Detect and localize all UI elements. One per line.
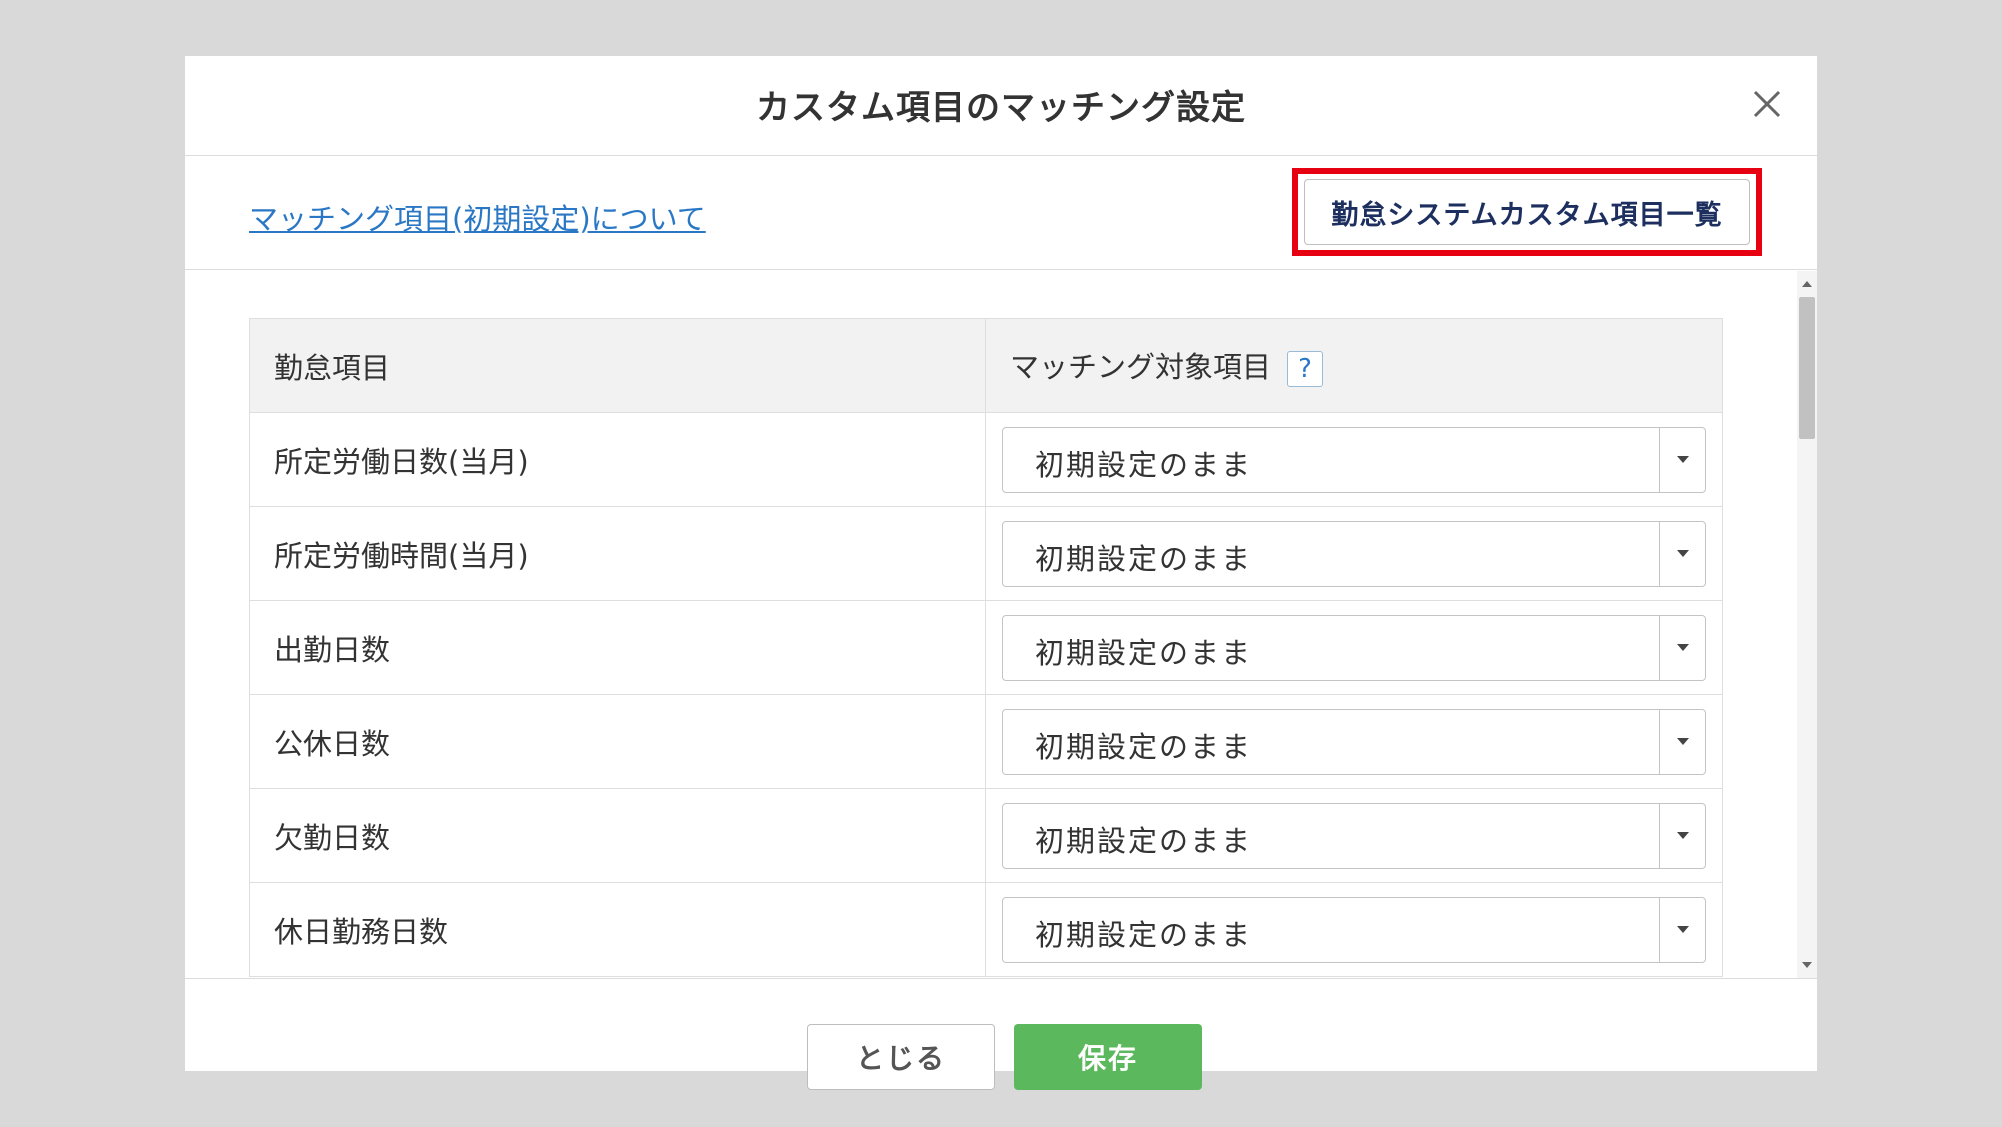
dropdown-toggle[interactable] (1659, 803, 1705, 868)
table-row: 公休日数 初期設定のまま (249, 694, 1723, 789)
match-select[interactable]: 初期設定のまま (1002, 896, 1706, 963)
table-row: 休日勤務日数 初期設定のまま (249, 882, 1723, 977)
scroll-down-arrow-icon[interactable] (1802, 962, 1812, 968)
item-label: 公休日数 (249, 694, 986, 789)
vertical-scrollbar[interactable] (1797, 271, 1817, 978)
chevron-down-icon (1677, 643, 1689, 651)
custom-items-list-button[interactable]: 勤怠システムカスタム項目一覧 (1304, 179, 1750, 245)
close-button[interactable] (1747, 84, 1787, 124)
item-label: 所定労働時間(当月) (249, 506, 986, 601)
scroll-thumb[interactable] (1799, 297, 1815, 439)
dropdown-toggle[interactable] (1659, 615, 1705, 680)
select-value: 初期設定のまま (1035, 729, 1253, 764)
chevron-down-icon (1677, 455, 1689, 463)
column-header-match: マッチング対象項目? (985, 318, 1723, 413)
column-header-item: 勤怠項目 (249, 318, 986, 413)
dialog-header: カスタム項目のマッチング設定 (185, 56, 1817, 156)
chevron-down-icon (1677, 925, 1689, 933)
item-label: 休日勤務日数 (249, 882, 986, 977)
dialog-subheader: マッチング項目(初期設定)について 勤怠システムカスタム項目一覧 (185, 156, 1817, 270)
dropdown-toggle[interactable] (1659, 709, 1705, 774)
close-icon (1753, 90, 1781, 118)
chevron-down-icon (1677, 831, 1689, 839)
matching-settings-dialog: カスタム項目のマッチング設定 マッチング項目(初期設定)について 勤怠システムカ… (185, 56, 1817, 1090)
table-row: 出勤日数 初期設定のまま (249, 600, 1723, 695)
match-select[interactable]: 初期設定のまま (1002, 614, 1706, 681)
table-row: 所定労働時間(当月) 初期設定のまま (249, 506, 1723, 601)
select-value: 初期設定のまま (1035, 447, 1253, 482)
match-select[interactable]: 初期設定のまま (1002, 520, 1706, 587)
dropdown-toggle[interactable] (1659, 427, 1705, 492)
select-value: 初期設定のまま (1035, 541, 1253, 576)
item-label: 出勤日数 (249, 600, 986, 695)
dialog-title: カスタム項目のマッチング設定 (756, 88, 1246, 128)
scroll-up-arrow-icon[interactable] (1802, 281, 1812, 287)
select-value: 初期設定のまま (1035, 917, 1253, 952)
item-label: 欠勤日数 (249, 788, 986, 883)
cancel-button[interactable]: とじる (807, 1024, 995, 1090)
match-select[interactable]: 初期設定のまま (1002, 802, 1706, 869)
dialog-footer: とじる 保存 (185, 978, 1817, 1090)
dropdown-toggle[interactable] (1659, 897, 1705, 962)
save-button[interactable]: 保存 (1014, 1024, 1202, 1090)
table-header-row: 勤怠項目 マッチング対象項目? (249, 318, 1723, 413)
item-label: 所定労働日数(当月) (249, 412, 986, 507)
select-value: 初期設定のまま (1035, 823, 1253, 858)
dialog-body: 勤怠項目 マッチング対象項目? 所定労働日数(当月) 初期設定のまま 所定労働時… (185, 271, 1817, 978)
match-select[interactable]: 初期設定のまま (1002, 426, 1706, 493)
chevron-down-icon (1677, 737, 1689, 745)
matching-table: 勤怠項目 マッチング対象項目? 所定労働日数(当月) 初期設定のまま 所定労働時… (249, 318, 1723, 977)
match-select[interactable]: 初期設定のまま (1002, 708, 1706, 775)
help-icon[interactable]: ? (1287, 351, 1324, 387)
table-row: 欠勤日数 初期設定のまま (249, 788, 1723, 883)
chevron-down-icon (1677, 549, 1689, 557)
dropdown-toggle[interactable] (1659, 521, 1705, 586)
select-value: 初期設定のまま (1035, 635, 1253, 670)
table-row: 所定労働日数(当月) 初期設定のまま (249, 412, 1723, 507)
matching-help-link[interactable]: マッチング項目(初期設定)について (249, 196, 706, 238)
